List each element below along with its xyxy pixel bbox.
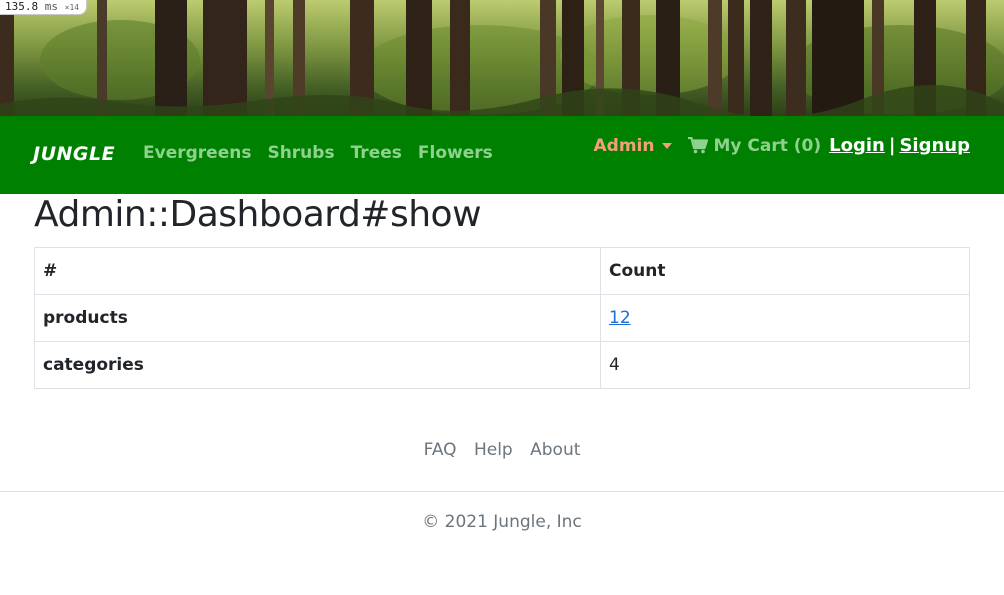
copyright-text: © 2021 Jungle, Inc — [422, 512, 582, 532]
row-count-products: 12 — [600, 294, 970, 342]
row-count-categories: 4 — [600, 341, 970, 389]
hero-forest-image — [0, 0, 1004, 116]
nav-link-evergreens[interactable]: Evergreens — [143, 143, 251, 163]
category-nav: Evergreens Shrubs Trees Flowers — [143, 143, 493, 163]
admin-label: Admin — [593, 135, 655, 156]
row-label-categories: categories — [34, 341, 601, 389]
footer-link-about[interactable]: About — [530, 440, 580, 460]
caret-down-icon — [662, 143, 673, 149]
admin-dropdown-toggle[interactable]: Admin — [594, 136, 673, 156]
table-row: products 12 — [34, 294, 970, 342]
signup-link[interactable]: Signup — [899, 135, 970, 156]
profiler-badge[interactable]: 135.8 ms ×14 — [0, 0, 88, 15]
footer-link-help[interactable]: Help — [474, 440, 513, 460]
footer-links: FAQ Help About — [0, 440, 1004, 460]
dashboard-stats-table: # Count products 12 categories 4 — [34, 247, 970, 389]
table-header-row: # Count — [34, 247, 970, 295]
profiler-time: 135.8 — [5, 0, 39, 13]
products-count-link[interactable]: 12 — [609, 308, 631, 328]
footer-link-faq[interactable]: FAQ — [424, 440, 457, 460]
nav-link-trees[interactable]: Trees — [351, 143, 402, 163]
forest-illustration — [0, 0, 1004, 116]
nav-link-flowers[interactable]: Flowers — [418, 143, 493, 163]
row-label-products: products — [34, 294, 601, 342]
brand-logo[interactable]: JUNGLE — [33, 143, 115, 165]
main-navbar: JUNGLE Evergreens Shrubs Trees Flowers A… — [0, 116, 1004, 194]
auth-separator: | — [888, 135, 896, 156]
table-header-name: # — [34, 247, 601, 295]
nav-right-group: Admin My Cart (0) Login | Signup — [594, 135, 971, 156]
profiler-multiplier: ×14 — [64, 3, 80, 12]
cart-label: My Cart (0) — [713, 135, 822, 156]
shopping-cart-icon — [688, 137, 709, 154]
login-link[interactable]: Login — [829, 135, 885, 156]
table-row: categories 4 — [34, 341, 970, 389]
footer-divider — [0, 491, 1004, 492]
nav-link-shrubs[interactable]: Shrubs — [267, 143, 334, 163]
cart-link[interactable]: My Cart (0) — [688, 136, 821, 156]
auth-links: Login | Signup — [829, 135, 970, 156]
profiler-unit: ms — [44, 0, 58, 13]
page-title: Admin::Dashboard#show — [34, 194, 482, 235]
table-header-count: Count — [600, 247, 970, 295]
